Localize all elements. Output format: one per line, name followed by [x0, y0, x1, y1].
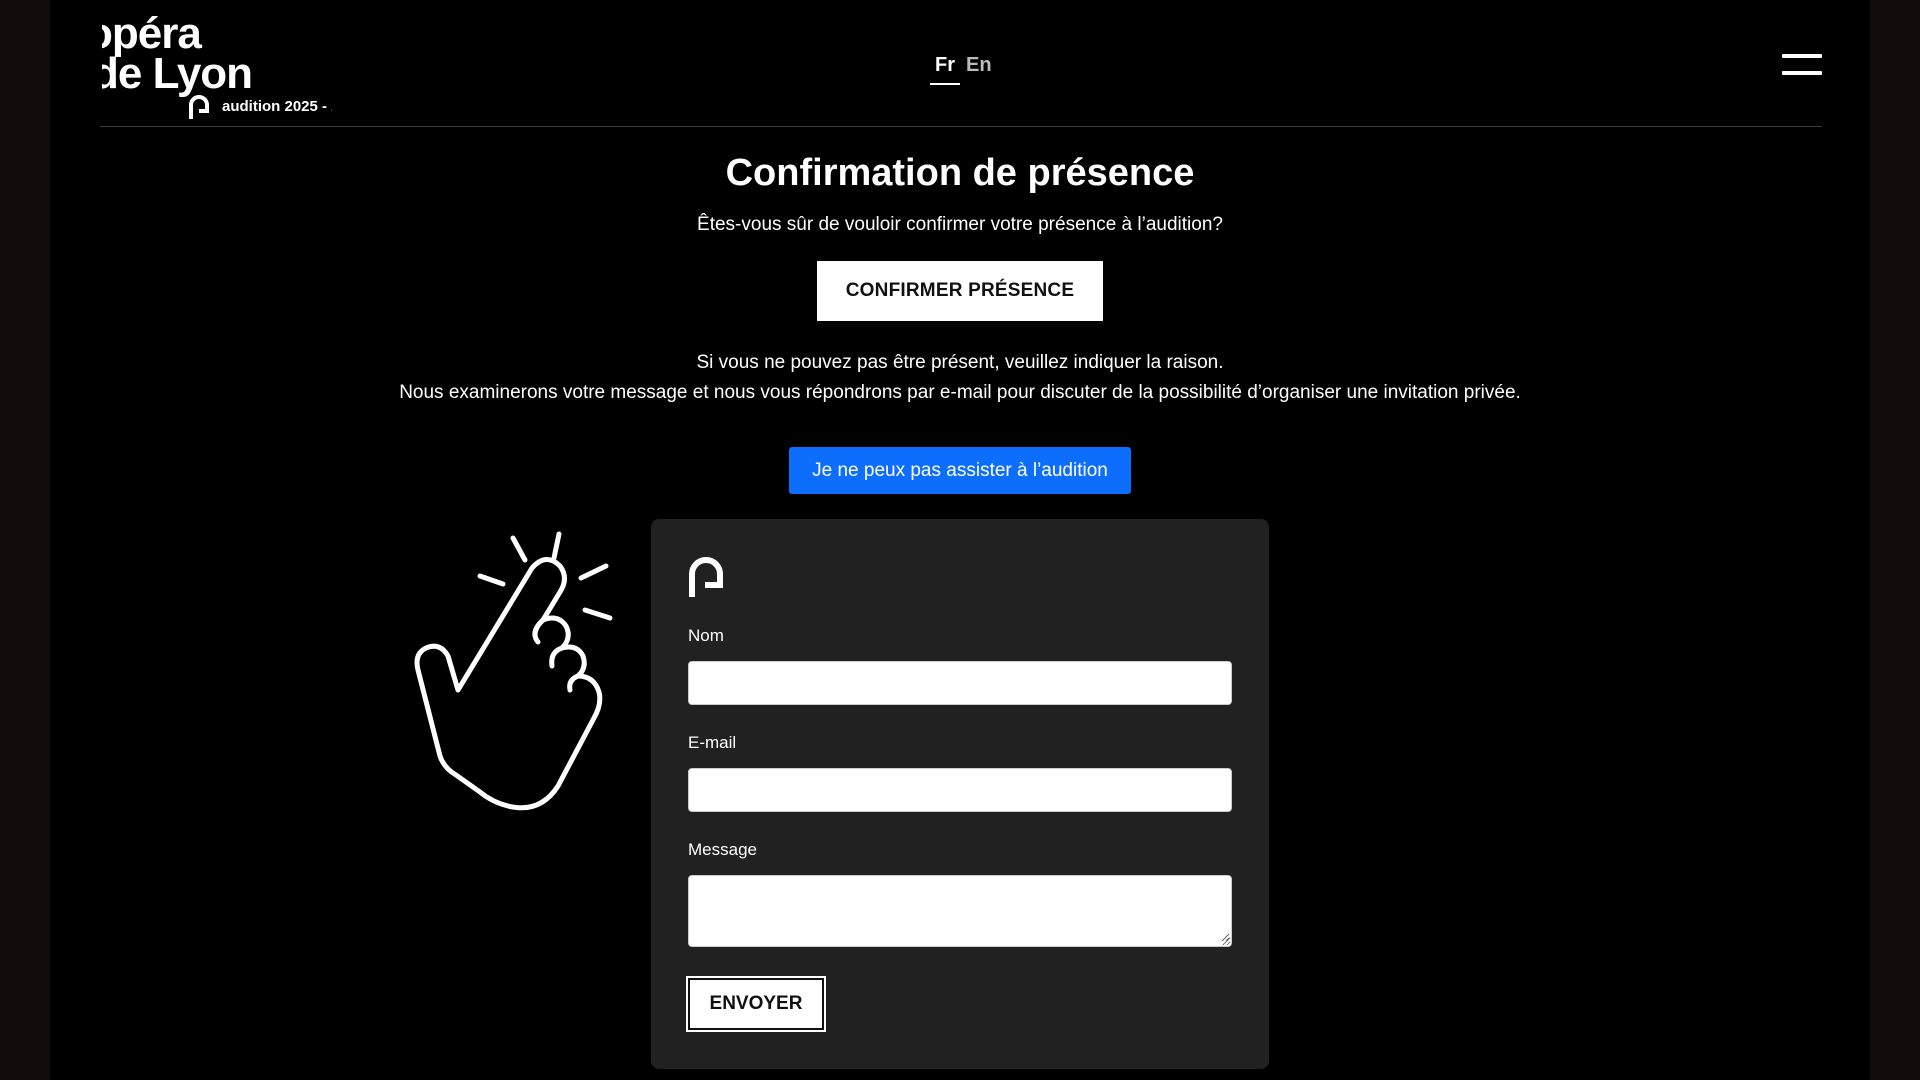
opera-lyon-logo[interactable]: opéra de Lyon audition 2025 - 2026 [102, 6, 332, 122]
logo-subtitle: audition 2025 - 2026 [222, 98, 332, 115]
email-input[interactable] [688, 768, 1232, 812]
confirm-presence-button[interactable]: CONFIRMER PRÉSENCE [817, 261, 1103, 321]
language-en[interactable]: En [966, 54, 992, 83]
page: opéra de Lyon audition 2025 - 2026 Fr En… [50, 0, 1870, 1080]
hamburger-bar [1782, 54, 1822, 58]
absence-form-card: Nom E-mail Message ENVOYER [651, 519, 1269, 1069]
message-textarea[interactable] [688, 875, 1232, 947]
resize-grip-icon[interactable] [1221, 933, 1230, 942]
confirmation-question: Êtes-vous sûr de vouloir confirmer votre… [697, 214, 1223, 235]
language-fr[interactable]: Fr [930, 54, 960, 85]
cannot-attend-button[interactable]: Je ne peux pas assister à l’audition [789, 447, 1131, 494]
send-button[interactable]: ENVOYER [686, 976, 826, 1032]
email-label: E-mail [688, 733, 737, 752]
message-label: Message [688, 840, 757, 859]
opera-arch-icon [689, 557, 723, 597]
name-label: Nom [688, 626, 724, 645]
hamburger-bar [1782, 71, 1822, 75]
page-title: Confirmation de présence [725, 152, 1195, 194]
logo-line-2: de Lyon [102, 49, 253, 98]
absence-info-line-1: Si vous ne pouvez pas être présent, veui… [696, 352, 1224, 373]
tap-hand-icon [414, 531, 613, 811]
absence-info-line-2: Nous examinerons votre message et nous v… [399, 382, 1521, 403]
hamburger-icon[interactable] [1782, 54, 1822, 76]
header-divider [100, 126, 1822, 127]
opera-arch-icon [189, 95, 209, 119]
name-input[interactable] [688, 661, 1232, 705]
